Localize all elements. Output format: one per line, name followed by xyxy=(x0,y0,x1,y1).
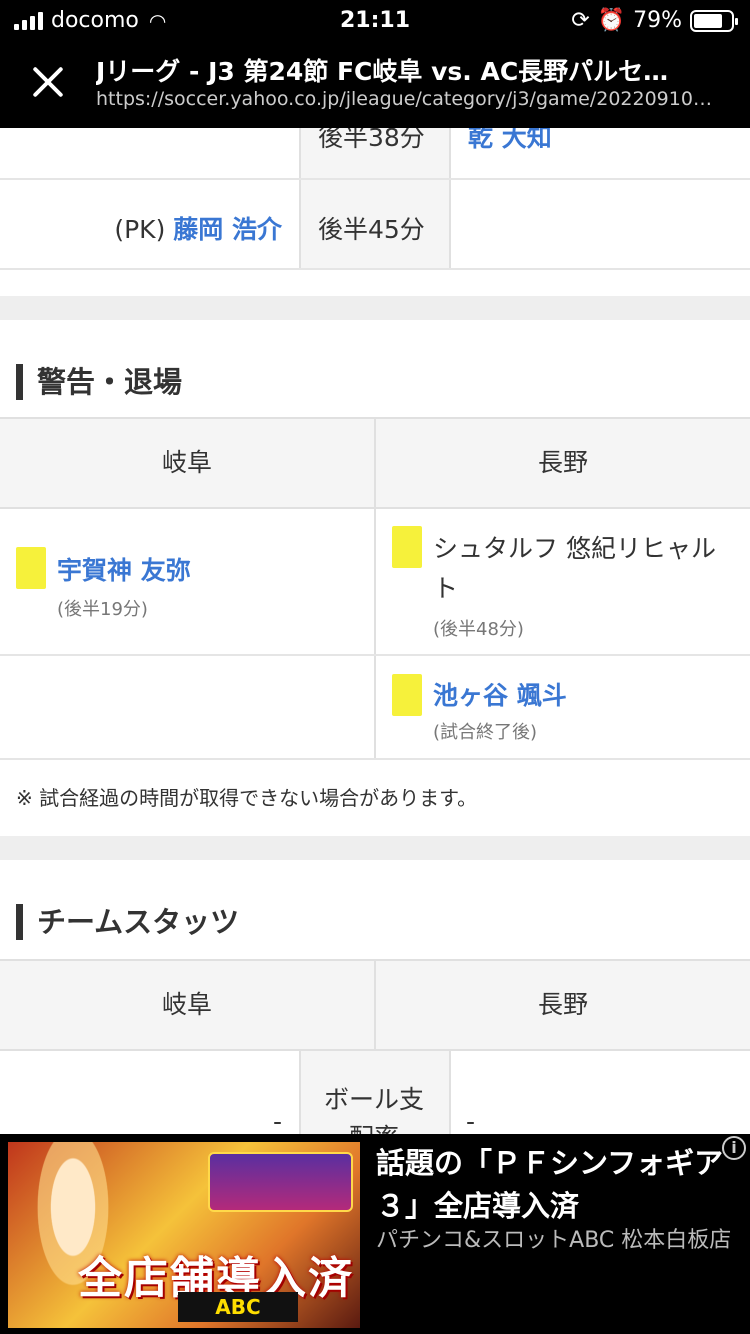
section-title-cards: 警告・退場 xyxy=(16,364,182,400)
stats-row: - ボール支配率 - xyxy=(0,1051,750,1134)
ad-image[interactable]: 全店舗導入済 ABC xyxy=(8,1142,360,1328)
ad-store-logo: ABC xyxy=(178,1292,298,1322)
alarm-icon: ⏰ xyxy=(597,8,626,33)
goal-row: 後半38分 乾 大知 xyxy=(0,128,750,180)
ad-info-icon[interactable]: i xyxy=(722,1136,746,1160)
home-team-header: 岐阜 xyxy=(161,448,212,477)
page-url[interactable]: https://soccer.yahoo.co.jp/jleague/categ… xyxy=(96,88,721,110)
section-divider xyxy=(0,296,750,320)
status-bar: docomo ◠ 21:11 ⟳ ⏰ 79% xyxy=(0,0,750,40)
player-link[interactable]: 池ヶ谷 颯斗 xyxy=(433,676,567,712)
goal-time: 後半38分 xyxy=(318,128,425,152)
battery-icon xyxy=(690,9,738,32)
browser-header: Jリーグ - J3 第24節 FC岐阜 vs. AC長野パルセ… https:/… xyxy=(0,40,750,128)
pk-label: (PK) xyxy=(114,215,166,244)
player-link[interactable]: 乾 大知 xyxy=(468,128,552,154)
section-divider xyxy=(0,836,750,860)
player-name: シュタルフ 悠紀リヒャルト xyxy=(433,534,716,603)
page-title: Jリーグ - J3 第24節 FC岐阜 vs. AC長野パルセ… xyxy=(96,57,669,86)
card-time: (試合終了後) xyxy=(433,722,538,743)
page-content[interactable]: 後半38分 乾 大知 (PK) 藤岡 浩介 後半45分 警告・退場 岐阜 長野 … xyxy=(0,128,750,1134)
away-team-header: 長野 xyxy=(537,990,588,1019)
yellow-card-icon xyxy=(16,547,46,589)
ad-game-logo xyxy=(208,1152,353,1212)
battery-percent: 79% xyxy=(633,8,682,33)
card-time: (後半48分) xyxy=(433,619,524,640)
away-team-header: 長野 xyxy=(537,448,588,477)
section-title-stats: チームスタッツ xyxy=(16,904,239,940)
stats-table-header: 岐阜 長野 xyxy=(0,959,750,1051)
yellow-card-icon xyxy=(392,674,422,716)
cards-table-header: 岐阜 長野 xyxy=(0,417,750,509)
close-icon[interactable] xyxy=(28,62,68,102)
cards-note: ※ 試合経過の時間が取得できない場合があります。 xyxy=(16,786,478,810)
home-stat-value: - xyxy=(272,1107,282,1134)
card-time: (後半19分) xyxy=(57,599,148,620)
goal-row: (PK) 藤岡 浩介 後半45分 xyxy=(0,180,750,270)
goal-time: 後半45分 xyxy=(318,215,425,244)
player-link[interactable]: 藤岡 浩介 xyxy=(173,215,282,244)
card-row: 池ヶ谷 颯斗 (試合終了後) xyxy=(0,656,750,760)
ad-advertiser[interactable]: パチンコ&スロットABC 松本白板店 xyxy=(376,1226,736,1256)
card-row: 宇賀神 友弥 (後半19分) シュタルフ 悠紀リヒャルト (後半48分) xyxy=(0,509,750,656)
yellow-card-icon xyxy=(392,526,422,568)
ad-headline[interactable]: 話題の「ＰＦシンフォギア３」全店導入済 xyxy=(376,1142,736,1228)
ad-banner[interactable]: 全店舗導入済 ABC 話題の「ＰＦシンフォギア３」全店導入済 パチンコ&スロット… xyxy=(0,1134,750,1334)
stat-label: ボール支配率 xyxy=(323,1085,424,1134)
rotation-lock-icon: ⟳ xyxy=(571,8,590,33)
away-stat-value: - xyxy=(466,1107,476,1134)
player-link[interactable]: 宇賀神 友弥 xyxy=(57,551,191,587)
home-team-header: 岐阜 xyxy=(161,990,212,1019)
